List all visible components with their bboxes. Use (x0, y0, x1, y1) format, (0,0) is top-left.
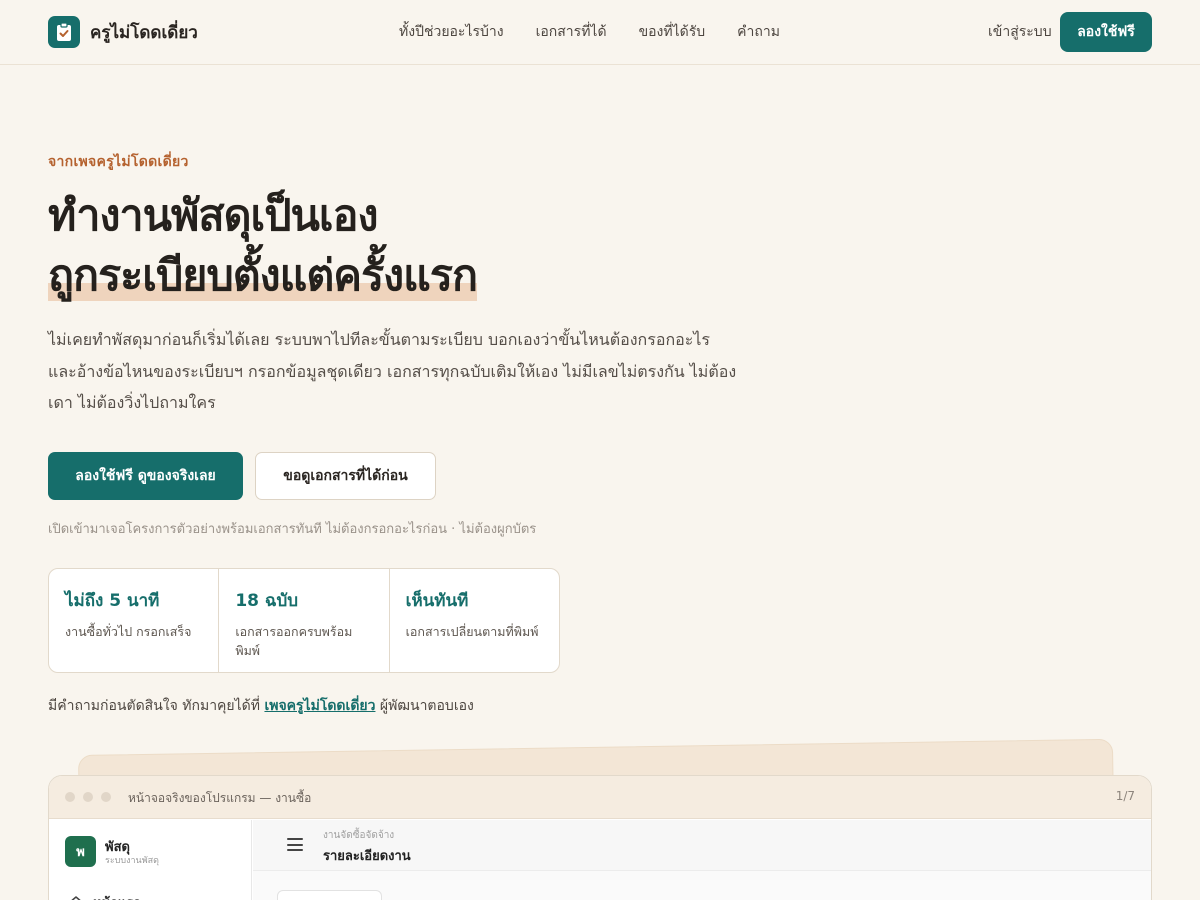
stat-value: 18 ฉบับ (235, 591, 299, 611)
nav-link-documents[interactable]: เอกสารที่ได้ (536, 21, 607, 43)
stat-desc: เอกสารเปลี่ยนตามที่พิมพ์ (405, 624, 539, 639)
preview-page-indicator: 1/7 (1115, 789, 1135, 803)
app-content-card (277, 890, 382, 900)
app-nav-label: หน้าแรก (93, 892, 141, 900)
stat-value: เห็นทันที (405, 591, 469, 611)
app-subtitle: ระบบงานพัสดุ (105, 856, 159, 866)
hero-eyebrow: จากเพจครูไม่โดดเดี่ยว (48, 154, 189, 170)
stat-item: 18 ฉบับ เอกสารออกครบพร้อมพิมพ์ (219, 569, 390, 672)
app-page-title: รายละเอียดงาน (323, 849, 411, 864)
window-dots (65, 792, 111, 802)
app-breadcrumb: งานจัดซื้อจัดจ้าง (323, 830, 395, 841)
nav-try-free-button[interactable]: ลองใช้ฟรี (1060, 12, 1152, 52)
app-logo: พ (65, 836, 96, 867)
contact-suffix: ผู้พัฒนาตอบเอง (379, 698, 474, 714)
brand[interactable]: ครูไม่โดดเดี่ยว (48, 16, 198, 48)
window-dot (101, 792, 111, 802)
stat-item: เห็นทันที เอกสารเปลี่ยนตามที่พิมพ์ (390, 569, 559, 672)
hero-footnote: เปิดเข้ามาเจอโครงการตัวอย่างพร้อมเอกสารท… (48, 522, 537, 537)
stat-value: ไม่ถึง 5 นาที (65, 591, 160, 611)
app-nav-home[interactable]: หน้าแรก (67, 892, 141, 900)
stat-item: ไม่ถึง 5 นาที งานซื้อทั่วไป กรอกเสร็จ (49, 569, 220, 672)
brand-name: ครูไม่โดดเดี่ยว (90, 22, 198, 43)
headline-line-1: ทำงานพัสดุเป็นเอง (48, 191, 378, 241)
hero-lede: ไม่เคยทำพัสดุมาก่อนก็เริ่มได้เลย ระบบพาไ… (48, 330, 737, 412)
hero-headline: ทำงานพัสดุเป็นเอง ถูกระเบียบตั้งแต่ครั้ง… (48, 186, 478, 306)
window-dot (65, 792, 75, 802)
preview-titlebar: หน้าจอจริงของโปรแกรม — งานซื้อ 1/7 (49, 776, 1151, 819)
app-main: งานจัดซื้อจัดจ้าง รายละเอียดงาน (253, 820, 1151, 900)
nav-link-benefits[interactable]: ของที่ได้รับ (639, 21, 706, 43)
nav-link-faq[interactable]: คำถาม (737, 21, 780, 43)
nav-links: ทั้งปีช่วยอะไรบ้าง เอกสารที่ได้ ของที่ได… (399, 21, 780, 43)
stat-desc: งานซื้อทั่วไป กรอกเสร็จ (65, 624, 192, 639)
nav-link-features[interactable]: ทั้งปีช่วยอะไรบ้าง (399, 21, 504, 43)
home-icon (70, 895, 82, 900)
app-header: งานจัดซื้อจัดจ้าง รายละเอียดงาน (253, 820, 1151, 871)
hamburger-menu-icon[interactable] (287, 838, 303, 851)
headline-line-2-highlighted: ถูกระเบียบตั้งแต่ครั้งแรก (48, 246, 478, 306)
facebook-page-link[interactable]: เพจครูไม่โดดเดี่ยว (264, 698, 375, 714)
stats-card: ไม่ถึง 5 นาที งานซื้อทั่วไป กรอกเสร็จ 18… (48, 568, 560, 673)
contact-prefix: มีคำถามก่อนตัดสินใจ ทักมาคุยได้ที่ (48, 698, 260, 714)
window-dot (83, 792, 93, 802)
preview-title: หน้าจอจริงของโปรแกรม — งานซื้อ (128, 791, 312, 805)
login-link[interactable]: เข้าสู่ระบบ (988, 21, 1052, 43)
checklist-icon (48, 16, 80, 48)
contact-line: มีคำถามก่อนตัดสินใจ ทักมาคุยได้ที่ เพจคร… (48, 695, 474, 717)
view-documents-button[interactable]: ขอดูเอกสารที่ได้ก่อน (255, 452, 436, 500)
app-sidebar: พ พัสดุ ระบบงานพัสดุ หน้าแรก (49, 820, 252, 900)
stat-desc: เอกสารออกครบพร้อมพิมพ์ (235, 624, 353, 658)
top-nav: ครูไม่โดดเดี่ยว ทั้งปีช่วยอะไรบ้าง เอกสา… (0, 0, 1200, 65)
try-free-button[interactable]: ลองใช้ฟรี ดูของจริงเลย (48, 452, 243, 500)
app-preview-window: หน้าจอจริงของโปรแกรม — งานซื้อ 1/7 พ พัส… (48, 775, 1152, 900)
